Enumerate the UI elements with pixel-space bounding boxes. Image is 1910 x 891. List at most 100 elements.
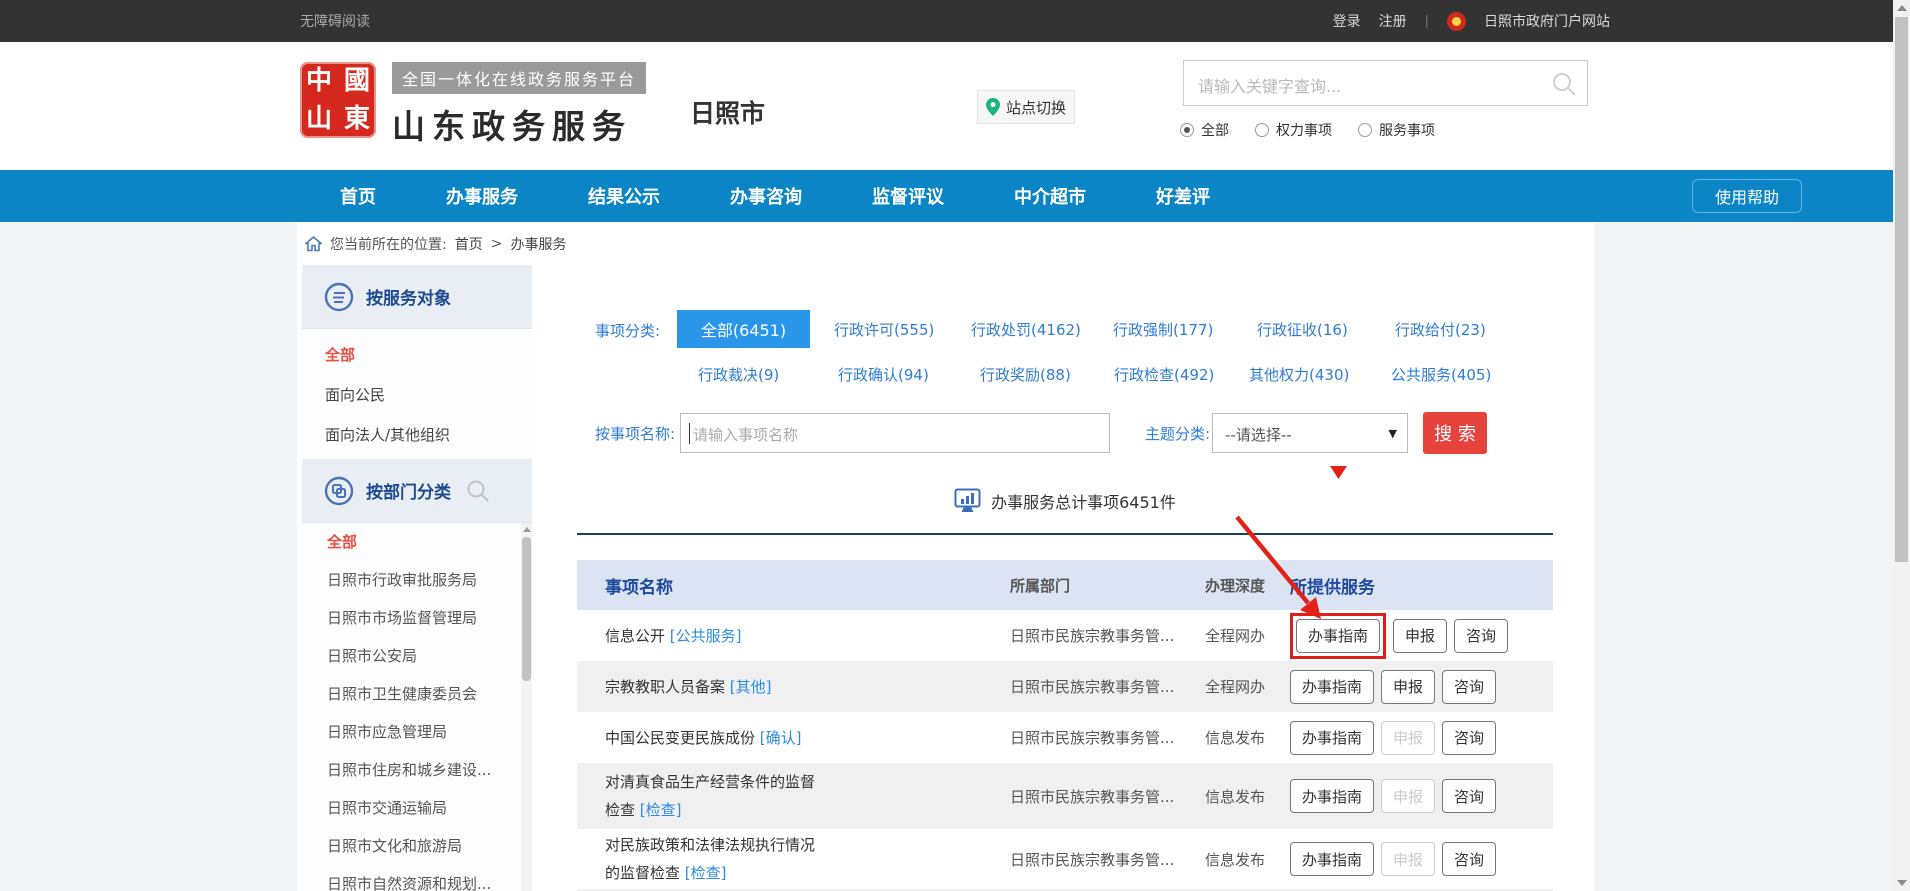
nav-rating[interactable]: 好差评 [1156,183,1210,209]
tab-administrative-coercion[interactable]: 行政强制(177) [1113,319,1213,340]
tab-administrative-payment[interactable]: 行政给付(23) [1395,319,1486,340]
item-name-input[interactable]: 请输入事项名称 [680,413,1110,453]
apply-button-disabled: 申报 [1381,779,1435,813]
item-department: 日照市民族宗教事务管... [1010,727,1205,748]
item-depth: 全程网办 [1205,676,1290,697]
tab-administrative-license[interactable]: 行政许可(555) [834,319,934,340]
radio-selected-icon[interactable] [1180,123,1194,137]
dept-item[interactable]: 日照市自然资源和规划... [302,865,532,891]
list-circle-icon [324,282,354,312]
login-link[interactable]: 登录 [1333,11,1361,31]
tab-administrative-confirmation[interactable]: 行政确认(94) [838,364,929,385]
tab-administrative-penalty[interactable]: 行政处罚(4162) [971,319,1081,340]
scroll-up-icon[interactable] [1893,0,1910,16]
nav-results[interactable]: 结果公示 [588,183,660,209]
breadcrumb-home[interactable]: 首页 [455,234,483,254]
dept-item[interactable]: 日照市住房和城乡建设... [302,751,532,789]
topic-category-select[interactable]: --请选择-- ▼ [1212,413,1408,453]
table-row: 中国公民变更民族成份 [确认] 日照市民族宗教事务管... 信息发布 办事指南 … [577,712,1553,763]
browser-scrollbar[interactable] [1893,0,1910,891]
search-icon[interactable] [1551,71,1577,97]
breadcrumb-current: 办事服务 [510,234,566,254]
dept-item[interactable]: 日照市应急管理局 [302,713,532,751]
item-tag-link[interactable]: [公共服务] [670,627,742,645]
scope-power-items[interactable]: 权力事项 [1255,120,1332,140]
header: 中 國 山 東 全国一体化在线政务服务平台 山东政务服务 日照市 站点切换 请输… [0,42,1910,170]
dept-item[interactable]: 日照市公安局 [302,637,532,675]
dept-item[interactable]: 日照市行政审批服务局 [302,561,532,599]
guide-button[interactable]: 办事指南 [1296,619,1380,653]
scope-service-items[interactable]: 服务事项 [1358,120,1435,140]
guide-button[interactable]: 办事指南 [1290,779,1374,813]
nav-intermediary[interactable]: 中介超市 [1014,183,1086,209]
topic-selected-value: --请选择-- [1225,424,1292,445]
site-switch-button[interactable]: 站点切换 [977,90,1075,124]
scope-all[interactable]: 全部 [1180,120,1229,140]
accessibility-link[interactable]: 无障碍阅读 [300,11,370,31]
radio-icon[interactable] [1255,123,1269,137]
keyword-search-input[interactable]: 请输入关键字查询... [1183,60,1588,106]
brand-title: 山东政务服务 [392,100,646,148]
search-button[interactable]: 搜 索 [1423,412,1487,454]
table-row: 对民族政策和法律法规执行情况的监督检查 [检查] 日照市民族宗教事务管... 信… [577,829,1553,889]
scroll-down-icon[interactable] [1893,875,1910,891]
guide-button[interactable]: 办事指南 [1290,670,1374,704]
consult-button[interactable]: 咨询 [1454,619,1508,653]
category-tabs-row1: 全部(6451) 行政许可(555) 行政处罚(4162) 行政强制(177) … [577,310,1553,348]
dept-item-all[interactable]: 全部 [302,523,532,561]
scroll-up-icon[interactable] [521,523,532,536]
breadcrumb-separator: > [491,236,503,252]
nav-home[interactable]: 首页 [340,183,376,209]
nav-supervision[interactable]: 监督评议 [872,183,944,209]
home-icon [305,236,322,252]
city-name: 日照市 [690,94,765,130]
dept-item[interactable]: 日照市市场监督管理局 [302,599,532,637]
register-link[interactable]: 注册 [1379,11,1407,31]
apply-button-disabled: 申报 [1381,721,1435,755]
dept-item[interactable]: 日照市文化和旅游局 [302,827,532,865]
guide-button[interactable]: 办事指南 [1290,721,1374,755]
tab-administrative-inspection[interactable]: 行政检查(492) [1114,364,1214,385]
tab-public-services[interactable]: 公共服务(405) [1391,364,1491,385]
service-target-list: 全部 面向公民 面向法人/其他组织 [302,329,532,459]
sidebar-item-all[interactable]: 全部 [302,335,532,375]
department-search-icon[interactable] [466,479,490,503]
scrollbar-thumb[interactable] [522,537,531,681]
portal-link[interactable]: 日照市政府门户网站 [1484,11,1610,31]
dept-item[interactable]: 日照市交通运输局 [302,789,532,827]
item-name-link[interactable]: 对清真食品生产经营条件的监督检查 [605,773,815,819]
section-divider [577,533,1553,535]
scrollbar-thumb[interactable] [1895,17,1908,562]
sidebar-item-legal-persons[interactable]: 面向法人/其他组织 [302,415,532,455]
radio-icon[interactable] [1358,123,1372,137]
consult-button[interactable]: 咨询 [1442,670,1496,704]
consult-button[interactable]: 咨询 [1442,779,1496,813]
nav-items: 首页 办事服务 结果公示 办事咨询 监督评议 中介超市 好差评 [340,170,1210,222]
tab-administrative-collection[interactable]: 行政征收(16) [1257,319,1348,340]
nav-consult[interactable]: 办事咨询 [730,183,802,209]
help-button[interactable]: 使用帮助 [1692,179,1802,213]
consult-button[interactable]: 咨询 [1442,721,1496,755]
sidebar-scrollbar[interactable] [521,523,532,891]
nav-services[interactable]: 办事服务 [446,183,518,209]
apply-button[interactable]: 申报 [1393,619,1447,653]
item-name-link[interactable]: 信息公开 [605,627,665,645]
tab-all-selected[interactable]: 全部(6451) [677,310,810,348]
guide-button[interactable]: 办事指南 [1290,842,1374,876]
item-department: 日照市民族宗教事务管... [1010,849,1205,870]
item-tag-link[interactable]: [检查] [685,864,727,882]
item-depth: 信息发布 [1205,849,1290,870]
item-tag-link[interactable]: [确认] [760,729,802,747]
consult-button[interactable]: 咨询 [1442,842,1496,876]
item-tag-link[interactable]: [其他] [730,678,772,696]
tab-administrative-ruling[interactable]: 行政裁决(9) [698,364,779,385]
dept-item[interactable]: 日照市卫生健康委员会 [302,675,532,713]
tab-other-powers[interactable]: 其他权力(430) [1249,364,1349,385]
apply-button[interactable]: 申报 [1381,670,1435,704]
tab-administrative-reward[interactable]: 行政奖励(88) [980,364,1071,385]
item-name-link[interactable]: 宗教教职人员备案 [605,678,725,696]
item-name-link[interactable]: 中国公民变更民族成份 [605,729,755,747]
item-tag-link[interactable]: [检查] [640,801,682,819]
sidebar-item-citizens[interactable]: 面向公民 [302,375,532,415]
search-placeholder: 请输入关键字查询... [1198,73,1341,97]
